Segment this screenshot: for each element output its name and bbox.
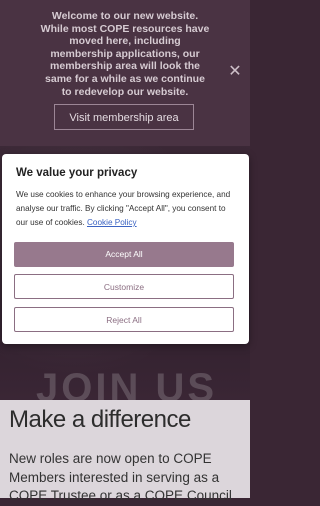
site-notice-banner: Welcome to our new website. While most C… — [0, 0, 250, 146]
cookie-title: We value your privacy — [16, 167, 138, 179]
visit-membership-button[interactable]: Visit membership area — [54, 104, 194, 130]
accept-all-button[interactable]: Accept All — [14, 242, 234, 267]
close-icon[interactable]: ✕ — [227, 64, 243, 80]
section-text: New roles are now open to COPE Members i… — [9, 451, 232, 503]
section-heading: Make a difference — [9, 406, 191, 433]
cookie-description: We use cookies to enhance your browsing … — [16, 188, 238, 230]
customize-button[interactable]: Customize — [14, 274, 234, 299]
reject-all-button[interactable]: Reject All — [14, 307, 234, 332]
notice-message: Welcome to our new website. While most C… — [40, 10, 210, 98]
cookie-policy-link[interactable]: Cookie Policy — [87, 218, 137, 227]
make-a-difference-section: Make a difference New roles are now open… — [0, 400, 250, 503]
